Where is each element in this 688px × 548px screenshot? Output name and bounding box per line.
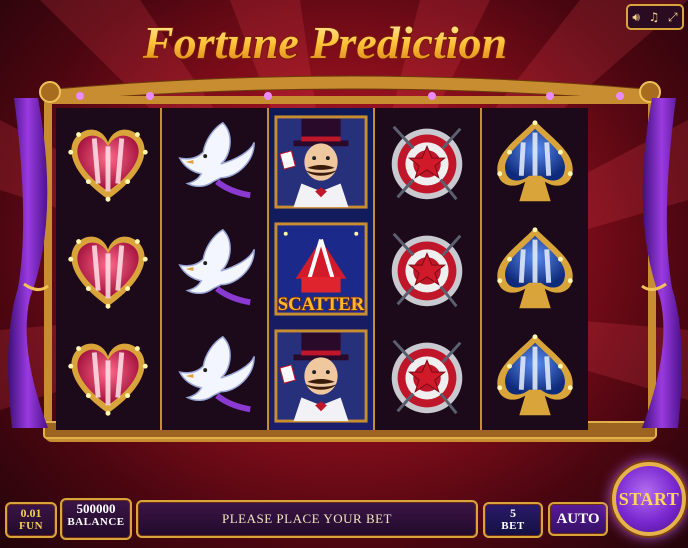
auto-button[interactable]: AUTO [548,502,608,536]
bet-label: BET [501,520,525,532]
balance-display: 500000 BALANCE [60,498,132,540]
target-symbol [375,215,479,322]
target-symbol [375,108,479,215]
spade-symbol [482,108,588,215]
bet-value: 5 [510,506,516,520]
start-button[interactable]: START [612,462,686,536]
reel-5 [482,108,588,430]
magician-symbol [269,108,373,215]
top-controls: 🔊︎ ♫ ⤢ [626,4,684,30]
reel-3: SCATTER [268,108,376,430]
heart-symbol [56,108,160,215]
dove-symbol [162,323,266,430]
status-message: PLEASE PLACE YOUR BET [136,500,478,538]
bet-selector[interactable]: 5 BET [483,502,543,538]
bottom-bar: 0.01 FUN 500000 BALANCE PLEASE PLACE YOU… [0,492,688,548]
game-title-text: Fortune Prediction [142,17,507,68]
heart-symbol [56,323,160,430]
game-title: Fortune Prediction [141,16,508,69]
balance-label: BALANCE [67,516,125,528]
scatter-label: SCATTER [278,294,365,315]
heart-symbol [56,215,160,322]
left-curtain [8,98,49,428]
right-curtain [641,98,682,428]
reels-grid: SCATTER [56,108,588,430]
spade-symbol [482,323,588,430]
music-note-icon[interactable]: ♫ [649,11,660,23]
scatter-symbol: SCATTER [269,215,373,322]
target-symbol [375,323,479,430]
reel-4 [375,108,482,430]
fullscreen-icon[interactable]: ⤢ [668,11,678,23]
coin-label: FUN [18,520,44,532]
reel-2 [162,108,269,430]
game-stage: Fortune Prediction 🔊︎ ♫ ⤢ SCATTER 0.01 F… [0,0,688,548]
dove-symbol [162,108,266,215]
dove-symbol [162,215,266,322]
magician-symbol [269,323,373,430]
balance-value: 500000 [76,501,116,516]
reel-1 [56,108,163,430]
coin-value: 0.01 [20,506,42,520]
speaker-icon[interactable]: 🔊︎ [632,11,640,23]
coin-value-selector[interactable]: 0.01 FUN [5,502,57,538]
spade-symbol [482,215,588,322]
